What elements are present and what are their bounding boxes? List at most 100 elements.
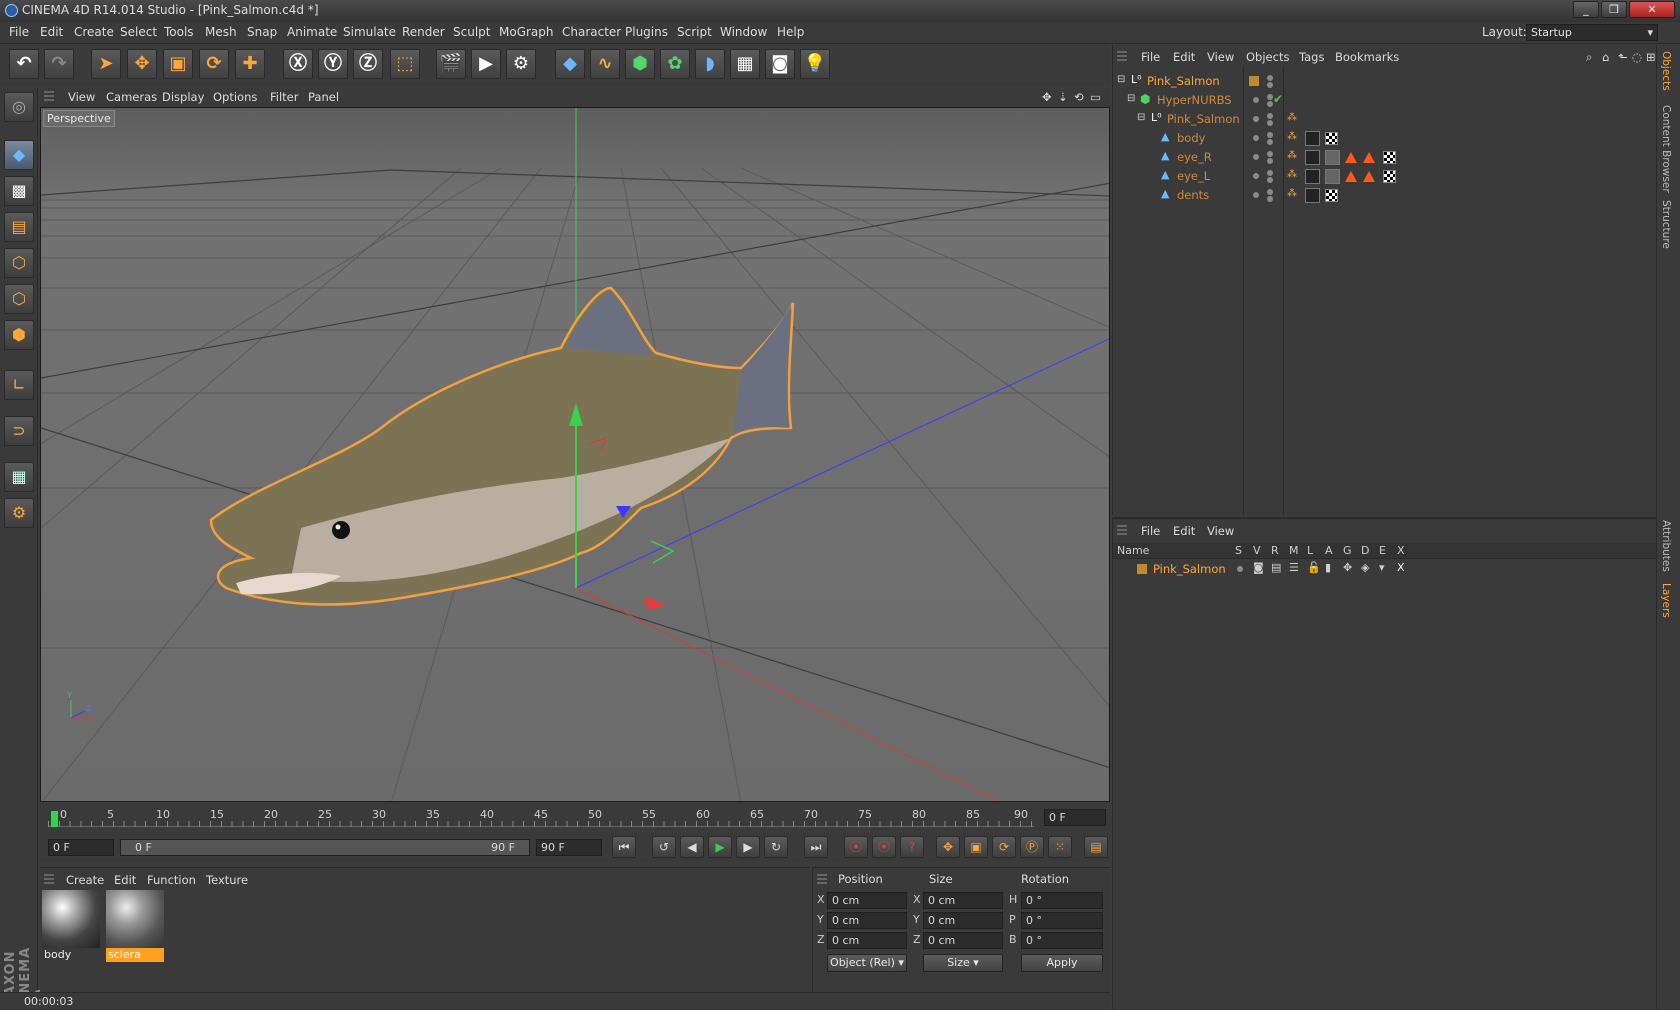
uvw-tag-icon[interactable] [1325, 189, 1338, 202]
menu-tools[interactable]: Tools [164, 25, 194, 39]
next-key-icon[interactable]: ↻ [764, 836, 788, 858]
uvw-tag-icon[interactable] [1383, 170, 1396, 183]
visibility-dot[interactable] [1253, 192, 1259, 198]
tab-structure[interactable]: Structure [1660, 200, 1672, 249]
material-menu-function[interactable]: Function [147, 873, 196, 887]
rotation-b-field[interactable]: 0 ° [1021, 932, 1103, 949]
maximize-button[interactable]: ❐ [1601, 1, 1627, 18]
camera-icon[interactable]: ◙ [765, 49, 795, 79]
object-row-pink-salmon-child[interactable]: ⊟ L⁰ Pink_Salmon ⁂ [1113, 109, 1657, 129]
phong-tag-icon[interactable]: ⁂ [1287, 131, 1297, 142]
layout-select[interactable]: Startup ▾ [1526, 24, 1658, 41]
collapse-icon[interactable]: ⊟ [1127, 93, 1135, 104]
render-settings-icon[interactable]: ⚙ [506, 49, 536, 79]
eye-icon[interactable]: ◌ [1632, 50, 1642, 64]
menu-script[interactable]: Script [677, 25, 712, 39]
texture-tag-icon[interactable] [1305, 188, 1320, 203]
go-to-start-icon[interactable]: ⏮ [612, 836, 636, 858]
uvw-tag-icon[interactable] [1325, 132, 1338, 145]
texture-mode-icon[interactable]: ▩ [4, 176, 34, 206]
object-row-eye-r[interactable]: ▲ eye_R ⁂ [1113, 147, 1657, 167]
render-dot[interactable] [1267, 151, 1273, 157]
points-mode-icon[interactable]: ⬡ [4, 248, 34, 278]
render-dot[interactable] [1267, 196, 1273, 202]
material-menu-create[interactable]: Create [66, 873, 104, 887]
current-frame-field[interactable]: 0 F [1044, 809, 1106, 826]
make-editable-icon[interactable]: ◎ [4, 92, 34, 122]
selection-tag-icon[interactable] [1363, 152, 1375, 163]
uvw-tag-icon[interactable] [1383, 151, 1396, 164]
size-y-field[interactable]: 0 cm [923, 912, 1003, 929]
object-row-hypernurbs[interactable]: ⊟ ⬢ HyperNURBS ✔ [1113, 90, 1657, 110]
go-to-end-icon[interactable]: ⏭ [804, 836, 828, 858]
polygons-mode-icon[interactable]: ⬢ [4, 320, 34, 350]
render-dot[interactable] [1267, 132, 1273, 138]
viewport-menu-options[interactable]: Options [213, 90, 257, 104]
mograph-cloner-icon[interactable]: ✿ [660, 49, 690, 79]
next-frame-icon[interactable]: ▶ [736, 836, 760, 858]
render-dot[interactable] [1267, 170, 1273, 176]
phong-tag-icon[interactable]: ⁂ [1287, 188, 1297, 199]
phong-tag-icon[interactable]: ⁂ [1287, 112, 1297, 123]
key-position-icon[interactable]: ✥ [936, 836, 960, 858]
autokey-icon[interactable]: ⦿ [872, 836, 896, 858]
undo-icon[interactable]: ↶ [9, 49, 39, 79]
material-menu-texture[interactable]: Texture [206, 873, 248, 887]
tab-layers[interactable]: Layers [1660, 583, 1672, 618]
coordinate-mode-dropdown[interactable]: Object (Rel) ▾ [827, 954, 907, 972]
previous-frame-icon[interactable]: ◀ [680, 836, 704, 858]
render-dot[interactable] [1267, 189, 1273, 195]
previous-key-icon[interactable]: ↺ [652, 836, 676, 858]
viewport-menu-filter[interactable]: Filter [270, 90, 298, 104]
layer-row-pink-salmon[interactable]: Pink_Salmon ◙ ▤ ☰ 🔓 ▮ ✥ ◈ ▾ X [1113, 560, 1657, 578]
keyframe-selection-icon[interactable]: ? [900, 836, 924, 858]
column-deformers[interactable]: D [1361, 544, 1369, 557]
back-icon[interactable]: ⬑ [1618, 50, 1628, 64]
frame-range-slider[interactable]: 0 F 90 F [120, 839, 530, 856]
tweak-magnet-icon[interactable]: ⊃ [4, 416, 34, 446]
column-generators[interactable]: G [1343, 544, 1352, 557]
menu-simulate[interactable]: Simulate [343, 25, 396, 39]
layer-color-swatch[interactable] [1249, 76, 1259, 86]
minimize-button[interactable]: _ [1573, 1, 1599, 18]
coordinate-system-icon[interactable]: ⬚ [390, 49, 420, 79]
viewport-zoom-icon[interactable]: ⇣ [1058, 90, 1068, 104]
column-xref[interactable]: X [1397, 544, 1405, 557]
key-rotation-icon[interactable]: ⟳ [992, 836, 1016, 858]
layer-menu-view[interactable]: View [1207, 524, 1234, 538]
column-manager[interactable]: M [1289, 544, 1299, 557]
redo-icon[interactable]: ↷ [44, 49, 74, 79]
x-axis-lock-icon[interactable]: Ⓧ [283, 49, 313, 79]
key-pla-icon[interactable]: ⁙ [1048, 836, 1072, 858]
workplane-icon[interactable]: ▤ [4, 212, 34, 242]
viewport-move-icon[interactable]: ✥ [1042, 90, 1052, 104]
object-menu-tags[interactable]: Tags [1299, 50, 1324, 64]
rotate-icon[interactable]: ⟳ [199, 49, 229, 79]
collapse-icon[interactable]: ⊟ [1117, 74, 1125, 85]
column-locked[interactable]: L [1307, 544, 1313, 557]
edges-mode-icon[interactable]: ⬡ [4, 284, 34, 314]
snap-settings-icon[interactable]: ⚙ [4, 498, 34, 528]
material-swatch-body[interactable]: body [42, 890, 100, 964]
render-dot[interactable] [1267, 177, 1273, 183]
move-icon[interactable]: ✥ [127, 49, 157, 79]
position-x-field[interactable]: 0 cm [827, 892, 907, 909]
visibility-dot[interactable] [1267, 75, 1273, 81]
size-z-field[interactable]: 0 cm [923, 932, 1003, 949]
cube-icon[interactable]: ◆ [555, 49, 585, 79]
object-row-body[interactable]: ▲ body ⁂ [1113, 128, 1657, 148]
material-menu-edit[interactable]: Edit [114, 873, 136, 887]
layer-color-swatch[interactable] [1137, 564, 1147, 574]
menu-render[interactable]: Render [402, 25, 445, 39]
viewport-perspective[interactable]: Y X Z Perspective [40, 107, 1110, 802]
new-window-icon[interactable]: ⊞ [1646, 50, 1656, 64]
size-mode-dropdown[interactable]: Size ▾ [923, 954, 1003, 972]
generators-toggle-icon[interactable]: ✥ [1343, 561, 1352, 574]
render-dot[interactable] [1267, 82, 1273, 88]
position-y-field[interactable]: 0 cm [827, 912, 907, 929]
record-keys-icon[interactable]: ⦿ [844, 836, 868, 858]
menu-window[interactable]: Window [720, 25, 767, 39]
object-menu-bookmarks[interactable]: Bookmarks [1335, 50, 1399, 64]
column-expressions[interactable]: E [1379, 544, 1386, 557]
end-frame-field[interactable]: 90 F [536, 839, 602, 856]
